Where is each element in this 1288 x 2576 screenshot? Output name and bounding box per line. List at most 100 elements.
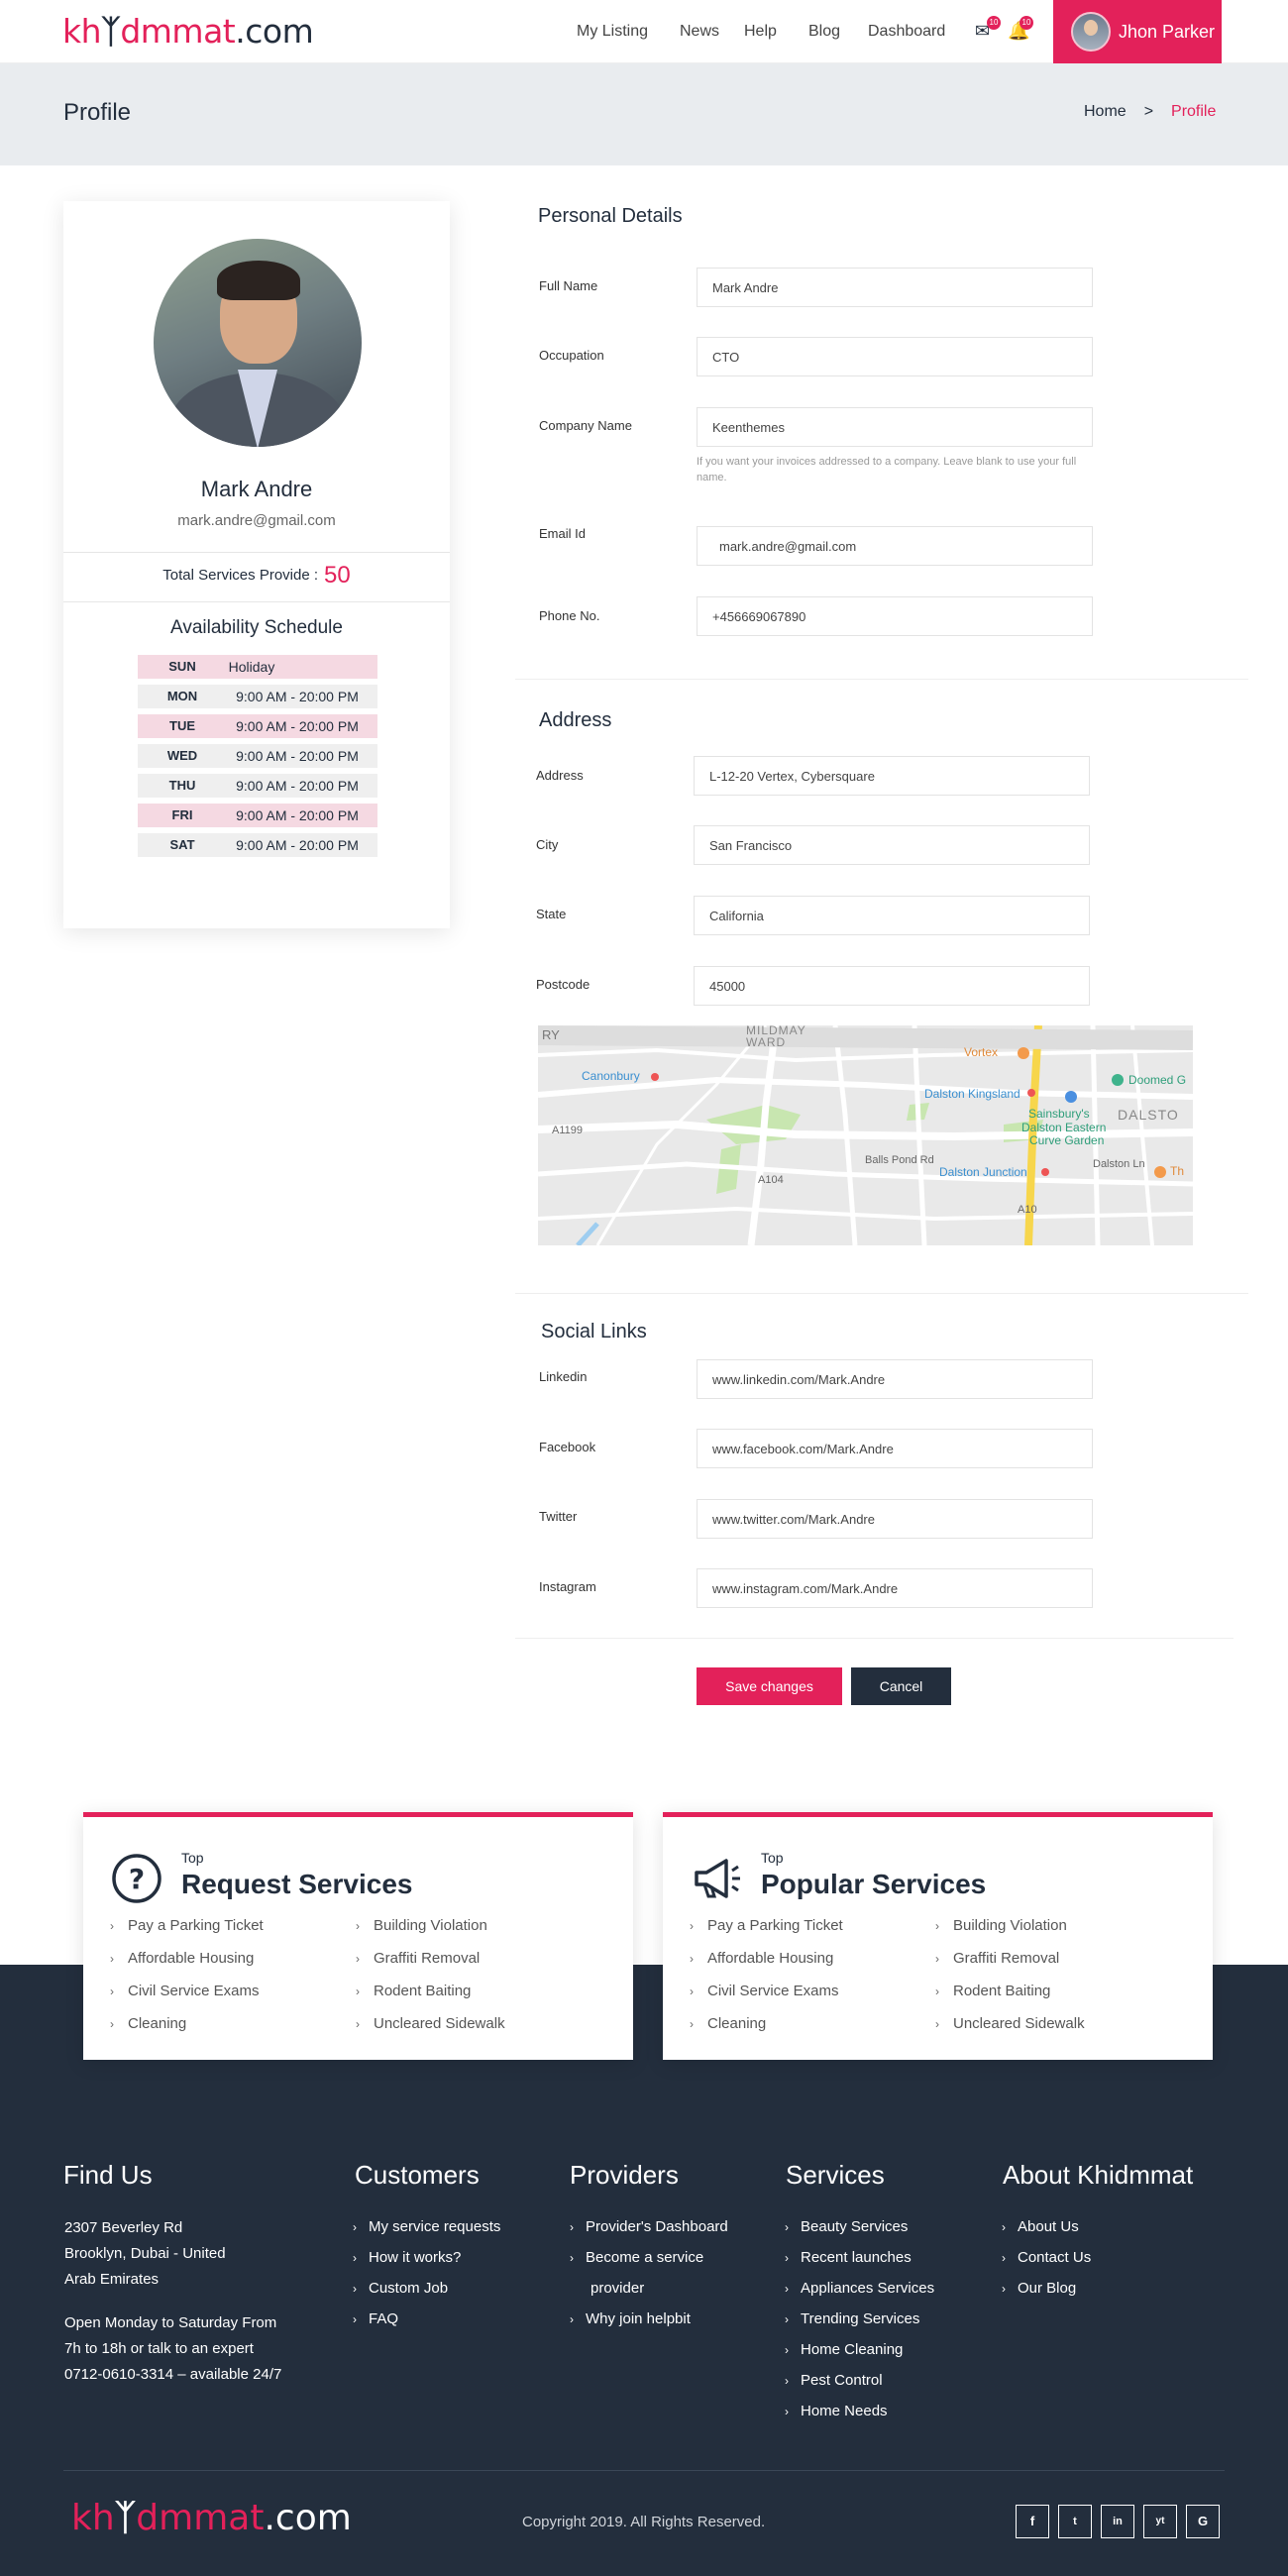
chevron-right-icon: › [353,2312,357,2326]
map-label: Dalston Eastern [1021,1121,1107,1134]
chevron-right-icon: › [690,2017,694,2031]
nav-dashboard[interactable]: Dashboard [868,23,945,41]
schedule-day: THU [168,778,196,793]
service-link[interactable]: › Uncleared Sidewalk [356,2015,505,2032]
service-link[interactable]: › Rodent Baiting [935,1983,1050,1999]
chevron-right-icon: › [690,1919,694,1933]
map-label: Doomed G [1128,1073,1187,1087]
company-name-input[interactable] [697,407,1093,447]
footer-link[interactable]: › Why join helpbit [570,2310,691,2327]
footer-link[interactable]: › Recent launches [785,2249,912,2266]
location-map[interactable]: RY MILDMAY WARD Canonbury Dalston Kingsl… [538,1025,1193,1245]
footer-link-label: provider [590,2280,645,2297]
service-link-label: Building Violation [374,1917,487,1934]
footer-link[interactable]: › FAQ [353,2310,398,2327]
service-link-label: Cleaning [128,2015,187,2032]
footer-link[interactable]: › Home Needs [785,2403,888,2419]
address-line: Brooklyn, Dubai - United [64,2245,226,2262]
mail-icon[interactable]: ✉ 10 [975,16,1001,40]
city-input[interactable] [694,825,1090,865]
site-logo[interactable]: khᛉdmmat.com [62,12,314,51]
service-link[interactable]: › Cleaning [110,2015,186,2032]
service-link[interactable]: › Civil Service Exams [690,1983,839,1999]
service-link[interactable]: › Building Violation [356,1917,487,1934]
address-input[interactable] [694,756,1090,796]
state-input[interactable] [694,896,1090,935]
footer-link[interactable]: › Provider's Dashboard [570,2218,728,2235]
footer-link[interactable]: › Appliances Services [785,2280,934,2297]
schedule-hours: Holiday [228,659,275,675]
address-title: Address [539,709,612,731]
facebook-input[interactable] [697,1429,1093,1468]
facebook-icon[interactable]: f [1016,2505,1049,2538]
nav-blog[interactable]: Blog [808,23,840,41]
service-link-label: Affordable Housing [128,1950,255,1967]
user-menu-button[interactable]: Jhon Parker [1053,0,1222,63]
bell-icon[interactable]: 🔔 10 [1008,16,1033,40]
schedule-hours: 9:00 AM - 20:00 PM [236,748,359,764]
breadcrumb-home[interactable]: Home [1084,103,1127,120]
footer-services-title: Services [786,2160,885,2190]
service-link[interactable]: › Cleaning [690,2015,766,2032]
footer-link[interactable]: › Custom Job [353,2280,448,2297]
footer-link[interactable]: › Trending Services [785,2310,919,2327]
footer-link-continued[interactable]: provider [590,2280,644,2297]
service-link[interactable]: › Affordable Housing [690,1950,833,1967]
occupation-input[interactable] [697,337,1093,376]
chevron-right-icon: › [785,2282,789,2296]
logo-text-com: .com [264,2498,352,2538]
divider [63,601,450,602]
availability-schedule: SUN Holiday MON 9:00 AM - 20:00 PM TUE 9:00… [138,655,377,863]
company-name-label: Company Name [539,418,632,433]
chevron-right-icon: › [690,1985,694,1998]
schedule-hours: 9:00 AM - 20:00 PM [236,718,359,734]
linkedin-label: Linkedin [539,1369,588,1384]
linkedin-icon[interactable]: in [1101,2505,1134,2538]
popular-services-title: Popular Services [761,1869,987,1899]
service-link[interactable]: › Graffiti Removal [935,1950,1059,1967]
schedule-day: SAT [169,837,195,852]
service-link[interactable]: › Pay a Parking Ticket [690,1917,843,1934]
footer-link[interactable]: › How it works? [353,2249,461,2266]
service-link[interactable]: › Civil Service Exams [110,1983,260,1999]
service-link[interactable]: › Affordable Housing [110,1950,254,1967]
service-link[interactable]: › Pay a Parking Ticket [110,1917,264,1934]
service-link[interactable]: › Uncleared Sidewalk [935,2015,1085,2032]
footer-link[interactable]: › Become a service [570,2249,703,2266]
email-input[interactable] [697,526,1093,566]
twitter-icon[interactable]: t [1058,2505,1092,2538]
service-link[interactable]: › Building Violation [935,1917,1067,1934]
footer-logo[interactable]: khᛉdmmat.com [71,2498,352,2538]
schedule-hours: 9:00 AM - 20:00 PM [236,778,359,794]
nav-my-listing[interactable]: My Listing [577,23,648,41]
cancel-button[interactable]: Cancel [851,1667,951,1705]
footer-link[interactable]: › My service requests [353,2218,500,2235]
footer-link[interactable]: › Contact Us [1002,2249,1091,2266]
footer-link-label: About Us [1018,2218,1079,2235]
service-link[interactable]: › Rodent Baiting [356,1983,471,1999]
chevron-right-icon: › [110,2017,114,2031]
instagram-input[interactable] [697,1568,1093,1608]
nav-help[interactable]: Help [744,23,777,41]
footer-link[interactable]: › Pest Control [785,2372,883,2389]
schedule-hours: 9:00 AM - 20:00 PM [236,807,359,823]
question-icon: ? [111,1853,162,1904]
linkedin-input[interactable] [697,1359,1093,1399]
save-changes-button[interactable]: Save changes [697,1667,842,1705]
postcode-input[interactable] [694,966,1090,1006]
nav-news[interactable]: News [680,23,719,41]
address-label: Address [536,768,584,783]
footer-link[interactable]: › Home Cleaning [785,2341,903,2358]
mail-badge: 10 [987,16,1001,30]
youtube-icon[interactable]: yt [1143,2505,1177,2538]
full-name-input[interactable] [697,268,1093,307]
footer-link[interactable]: › About Us [1002,2218,1079,2235]
phone-input[interactable] [697,596,1093,636]
google-icon[interactable]: G [1186,2505,1220,2538]
service-link[interactable]: › Graffiti Removal [356,1950,480,1967]
twitter-input[interactable] [697,1499,1093,1539]
service-link-label: Affordable Housing [707,1950,834,1967]
footer-link[interactable]: › Our Blog [1002,2280,1076,2297]
footer-link[interactable]: › Beauty Services [785,2218,908,2235]
service-link-label: Pay a Parking Ticket [128,1917,264,1934]
